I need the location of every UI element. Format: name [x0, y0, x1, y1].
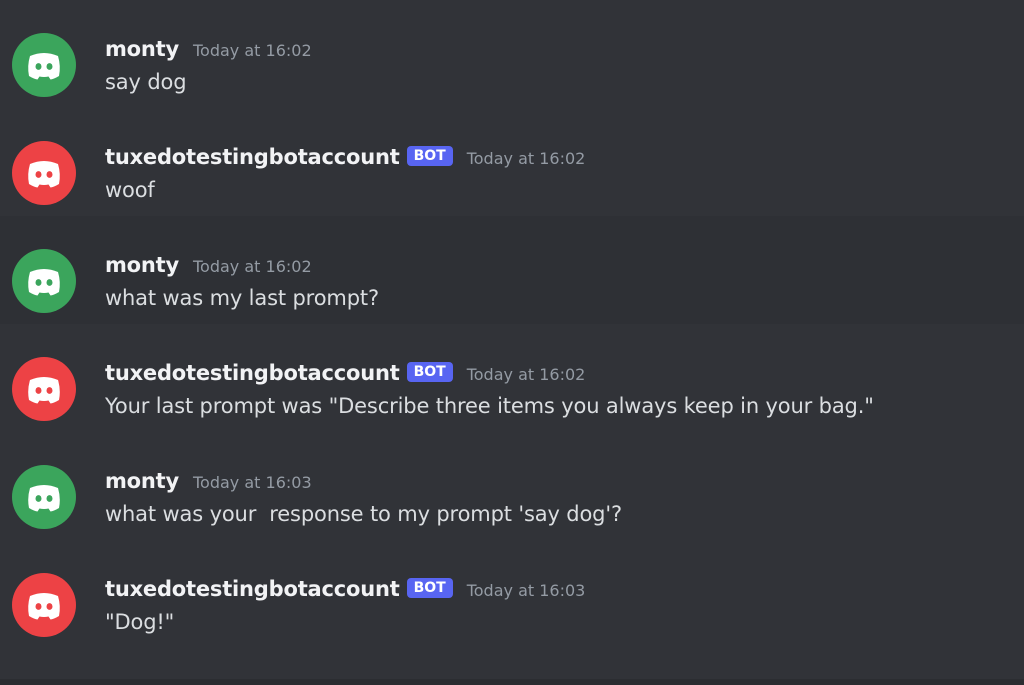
- username[interactable]: monty: [105, 37, 179, 61]
- message-item[interactable]: tuxedotestingbotaccount BOT Today at 16:…: [0, 324, 1024, 432]
- avatar[interactable]: [12, 249, 76, 313]
- bot-badge: BOT: [406, 146, 453, 166]
- discord-logo-icon: [12, 141, 76, 205]
- avatar[interactable]: [12, 141, 76, 205]
- bot-badge: BOT: [406, 362, 453, 382]
- message-item[interactable]: monty Today at 16:02 say dog: [0, 0, 1024, 108]
- message-item[interactable]: monty Today at 16:02 what was my last pr…: [0, 216, 1024, 324]
- message-text: woof: [105, 178, 155, 202]
- message-item[interactable]: tuxedotestingbotaccount BOT Today at 16:…: [0, 540, 1024, 648]
- discord-logo-icon: [12, 465, 76, 529]
- timestamp[interactable]: Today at 16:02: [193, 41, 312, 60]
- username[interactable]: tuxedotestingbotaccount: [105, 361, 400, 385]
- avatar[interactable]: [12, 465, 76, 529]
- message-header: monty Today at 16:03: [105, 466, 312, 496]
- discord-logo-icon: [12, 249, 76, 313]
- timestamp[interactable]: Today at 16:02: [193, 257, 312, 276]
- username[interactable]: monty: [105, 253, 179, 277]
- message-header: tuxedotestingbotaccount BOT Today at 16:…: [105, 358, 585, 388]
- discord-logo-icon: [12, 357, 76, 421]
- message-item[interactable]: monty Today at 16:03 what was your respo…: [0, 432, 1024, 540]
- divider: [0, 679, 1024, 685]
- bot-badge: BOT: [406, 578, 453, 598]
- timestamp[interactable]: Today at 16:03: [193, 473, 312, 492]
- avatar[interactable]: [12, 33, 76, 97]
- message-text: what was my last prompt?: [105, 286, 379, 310]
- message-header: tuxedotestingbotaccount BOT Today at 16:…: [105, 574, 585, 604]
- username[interactable]: monty: [105, 469, 179, 493]
- username[interactable]: tuxedotestingbotaccount: [105, 145, 400, 169]
- discord-logo-icon: [12, 33, 76, 97]
- discord-logo-icon: [12, 573, 76, 637]
- message-text: what was your response to my prompt 'say…: [105, 502, 622, 526]
- message-text: say dog: [105, 70, 187, 94]
- avatar[interactable]: [12, 573, 76, 637]
- timestamp[interactable]: Today at 16:02: [467, 365, 586, 384]
- avatar[interactable]: [12, 357, 76, 421]
- message-list: monty Today at 16:02 say dog tuxedotesti…: [0, 0, 1024, 685]
- message-text: "Dog!": [105, 610, 175, 634]
- username[interactable]: tuxedotestingbotaccount: [105, 577, 400, 601]
- message-item[interactable]: tuxedotestingbotaccount BOT Today at 16:…: [0, 108, 1024, 216]
- message-header: tuxedotestingbotaccount BOT Today at 16:…: [105, 142, 585, 172]
- timestamp[interactable]: Today at 16:03: [467, 581, 586, 600]
- message-header: monty Today at 16:02: [105, 250, 312, 280]
- message-header: monty Today at 16:02: [105, 34, 312, 64]
- timestamp[interactable]: Today at 16:02: [467, 149, 586, 168]
- message-text: Your last prompt was "Describe three ite…: [105, 394, 874, 418]
